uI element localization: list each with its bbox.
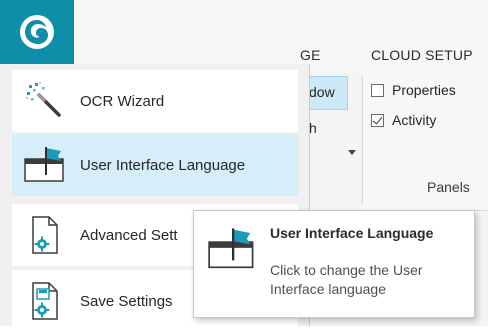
menu-item-label: Save Settings <box>80 292 173 310</box>
magic-wand-icon <box>24 80 66 122</box>
chevron-down-icon[interactable] <box>348 150 356 155</box>
tooltip-user-interface-language: User Interface Language Click to change … <box>193 210 475 318</box>
activity-checkbox[interactable]: Activity <box>371 112 436 128</box>
ribbon-group-separator <box>362 76 363 204</box>
ribbon-tab-partial[interactable]: GE <box>300 47 321 63</box>
checkbox-box[interactable] <box>371 83 384 97</box>
tooltip-title: User Interface Language <box>270 225 434 241</box>
ribbon-partial-label: h <box>309 120 317 136</box>
activity-checkbox-label: Activity <box>392 112 437 128</box>
checkbox-box[interactable] <box>371 113 384 127</box>
app-menu-button[interactable] <box>0 0 74 64</box>
menu-item-user-interface-language[interactable]: User Interface Language <box>12 134 298 196</box>
app-logo-icon <box>20 15 54 49</box>
menu-item-label: OCR Wizard <box>80 92 165 110</box>
ribbon-tab-cloud-setup[interactable]: CLOUD SETUP <box>371 47 473 63</box>
panels-group-label: Panels <box>427 179 470 195</box>
gear-document-icon <box>24 214 66 256</box>
window-flag-icon <box>24 144 66 186</box>
menu-item-ocr-wizard[interactable]: OCR Wizard <box>12 70 298 132</box>
window-flag-icon <box>208 228 254 269</box>
save-settings-icon <box>24 280 66 322</box>
menu-item-label: Advanced Sett <box>80 226 178 244</box>
tooltip-description: Click to change the User Interface langu… <box>270 262 423 297</box>
properties-checkbox-label: Properties <box>392 82 456 98</box>
ribbon-partial-label: dow <box>309 84 335 100</box>
menu-item-label: User Interface Language <box>80 156 246 174</box>
properties-checkbox[interactable]: Properties <box>371 82 456 98</box>
